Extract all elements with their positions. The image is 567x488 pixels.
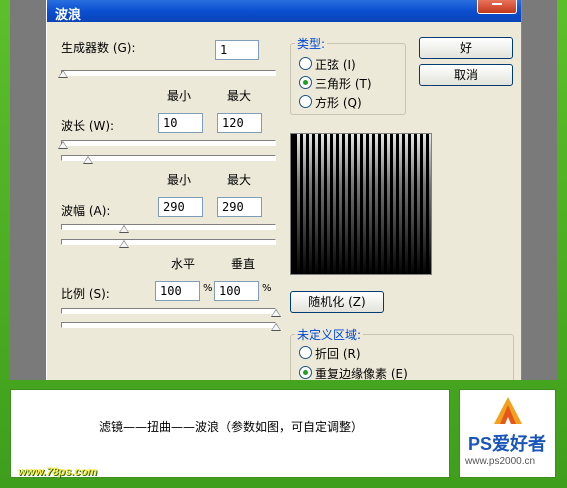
wavelength-min-header: 最小 <box>167 89 192 103</box>
scale-vertical-field[interactable]: 100 <box>214 281 259 301</box>
amplitude-max-header: 最大 <box>227 173 252 187</box>
wrap-around-radio[interactable] <box>299 346 312 359</box>
randomize-button[interactable]: 随机化 (Z) <box>290 291 384 313</box>
type-square-radio[interactable] <box>299 95 312 108</box>
scale-label: 比例 (S): <box>61 287 110 301</box>
watermark: www.78ps.com <box>18 466 98 478</box>
amplitude-min-slider-track[interactable] <box>61 224 276 230</box>
wrap-around-label[interactable]: 折回 (R) <box>315 345 361 362</box>
caption-text: 滤镜——扭曲——波浪（参数如图，可自定调整） <box>98 420 363 434</box>
type-triangle-label[interactable]: 三角形 (T) <box>315 75 372 92</box>
ok-button[interactable]: 好 <box>419 37 513 59</box>
wave-preview <box>290 133 432 275</box>
repeat-edge-pixels-radio[interactable] <box>299 366 312 379</box>
type-group-title: 类型: <box>295 35 328 52</box>
amplitude-max-field[interactable]: 290 <box>217 197 262 217</box>
amplitude-min-field[interactable]: 290 <box>158 197 203 217</box>
scale-vertical-header: 垂直 <box>231 257 256 271</box>
generators-slider-thumb[interactable] <box>58 70 68 78</box>
undefined-areas-group-title: 未定义区域: <box>295 326 364 343</box>
amplitude-label: 波幅 (A): <box>61 204 111 218</box>
title-bar: 波浪 <box>47 0 521 23</box>
type-sine-label[interactable]: 正弦 (I) <box>315 56 356 73</box>
amplitude-max-slider-track[interactable] <box>61 239 276 245</box>
scale-horizontal-slider-track[interactable] <box>61 308 276 314</box>
type-triangle-radio[interactable] <box>299 76 312 89</box>
wavelength-min-field[interactable]: 10 <box>158 113 203 133</box>
repeat-edge-pixels-label[interactable]: 重复边缘像素 (E) <box>315 365 408 380</box>
scale-vertical-slider-track[interactable] <box>61 322 276 328</box>
amplitude-min-slider-thumb[interactable] <box>119 225 129 233</box>
scale-vertical-unit: % <box>262 283 272 294</box>
logo-url: www.ps2000.cn <box>465 456 536 467</box>
scale-horizontal-field[interactable]: 100 <box>155 281 200 301</box>
amplitude-min-header: 最小 <box>167 173 192 187</box>
wavelength-max-slider-thumb[interactable] <box>83 156 93 164</box>
amplitude-max-slider-thumb[interactable] <box>119 240 129 248</box>
cancel-button[interactable]: 取消 <box>419 64 513 86</box>
logo-mark-icon <box>494 397 522 424</box>
wavelength-max-slider-track[interactable] <box>61 155 276 161</box>
wavelength-label: 波长 (W): <box>61 119 115 133</box>
scale-horizontal-header: 水平 <box>171 257 196 271</box>
right-gray-border <box>522 0 557 380</box>
close-button[interactable] <box>477 0 517 14</box>
generators-slider-track[interactable] <box>61 70 276 76</box>
wavelength-min-slider-track[interactable] <box>61 140 276 146</box>
caption-panel: 滤镜——扭曲——波浪（参数如图，可自定调整） <box>10 389 450 478</box>
wavelength-min-slider-thumb[interactable] <box>58 141 68 149</box>
wave-preview-image <box>291 134 431 274</box>
logo-brand: PS爱好者 <box>468 434 547 454</box>
wavelength-max-field[interactable]: 120 <box>217 113 262 133</box>
left-gray-border <box>10 0 46 380</box>
generators-field[interactable]: 1 <box>215 40 259 60</box>
wave-dialog: 波浪 生成器数 (G): 1 最小 最大 波长 (W): 10 120 最小 最… <box>46 0 522 380</box>
scale-vertical-slider-thumb[interactable] <box>271 323 281 331</box>
type-square-label[interactable]: 方形 (Q) <box>315 94 362 111</box>
dialog-title: 波浪 <box>55 8 82 23</box>
logo-panel: PS爱好者 www.ps2000.cn <box>459 389 556 478</box>
scale-horizontal-slider-thumb[interactable] <box>271 309 281 317</box>
scale-horizontal-unit: % <box>203 283 213 294</box>
wavelength-max-header: 最大 <box>227 89 252 103</box>
type-sine-radio[interactable] <box>299 57 312 70</box>
generators-label: 生成器数 (G): <box>61 41 136 55</box>
preview-shading <box>291 134 431 274</box>
